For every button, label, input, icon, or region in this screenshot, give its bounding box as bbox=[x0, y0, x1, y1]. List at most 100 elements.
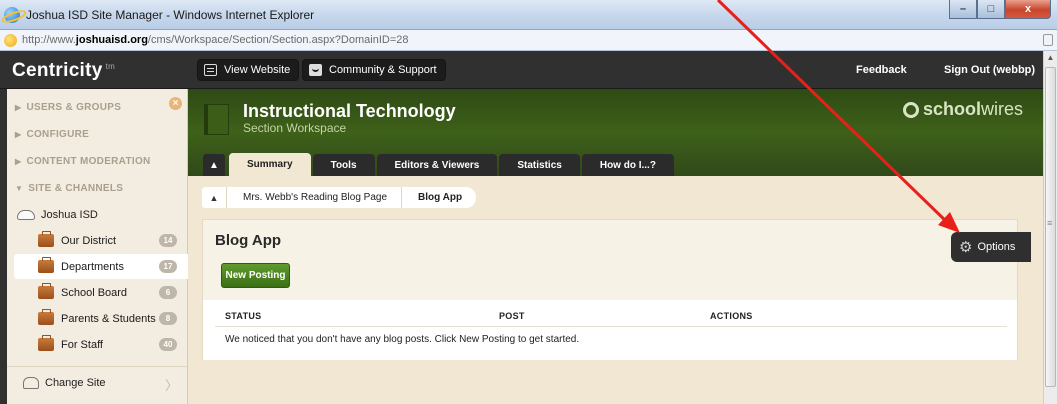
tab-how-do-i[interactable]: How do I...? bbox=[581, 154, 674, 176]
url-text[interactable]: http://www.joshuaisd.org/cms/Workspace/S… bbox=[22, 34, 408, 46]
vertical-scrollbar[interactable]: ▲ bbox=[1043, 51, 1057, 404]
nav-content-moderation[interactable]: ▶ CONTENT MODERATION bbox=[15, 156, 151, 167]
briefcase-icon bbox=[38, 309, 54, 325]
nav-configure-label: CONFIGURE bbox=[26, 129, 90, 140]
logo-light-text: wires bbox=[980, 99, 1023, 119]
window-titlebar: Joshua ISD Site Manager - Windows Intern… bbox=[0, 0, 1057, 30]
nav-users-groups[interactable]: ▶ USERS & GROUPS bbox=[15, 102, 121, 113]
channel-count-badge: 14 bbox=[159, 234, 177, 247]
panel-title: Blog App bbox=[215, 232, 282, 249]
gear-icon: ⚙ bbox=[959, 239, 973, 256]
page-favicon-icon bbox=[4, 34, 17, 47]
sidebar-frame bbox=[0, 89, 7, 404]
address-bar[interactable]: http://www.joshuaisd.org/cms/Workspace/S… bbox=[0, 30, 1057, 51]
url-path: /cms/Workspace/Section/Section.aspx?Doma… bbox=[147, 34, 409, 46]
centricity-logo[interactable]: Centricity tm bbox=[12, 60, 115, 82]
url-prefix: http://www. bbox=[22, 34, 76, 46]
expand-arrow-icon: ▶ bbox=[15, 157, 22, 166]
community-support-button[interactable]: Community & Support bbox=[302, 59, 446, 81]
app-topbar: Centricity tm View Website Community & Su… bbox=[0, 51, 1043, 89]
channel-label: Departments bbox=[61, 260, 124, 273]
main-content: Instructional Technology Section Workspa… bbox=[188, 89, 1043, 404]
header-divider bbox=[215, 326, 1007, 327]
section-title: Instructional Technology bbox=[243, 101, 456, 121]
url-domain: joshuaisd.org bbox=[75, 34, 148, 46]
tab-editors-viewers[interactable]: Editors & Viewers bbox=[376, 154, 498, 176]
community-icon bbox=[309, 64, 322, 76]
section-book-icon bbox=[204, 104, 229, 135]
community-label: Community & Support bbox=[329, 64, 437, 76]
nav-site-channels[interactable]: ▼ SITE & CHANNELS bbox=[15, 183, 123, 194]
channel-label: For Staff bbox=[61, 338, 103, 351]
channel-for-staff[interactable]: For Staff 40 bbox=[14, 332, 184, 357]
change-site-label: Change Site bbox=[45, 376, 106, 389]
nav-users-groups-label: USERS & GROUPS bbox=[26, 102, 122, 113]
options-label: Options bbox=[977, 241, 1016, 253]
maximize-button[interactable]: □ bbox=[977, 0, 1005, 19]
nav-site-channels-label: SITE & CHANNELS bbox=[28, 183, 124, 194]
breadcrumb: ▲ Mrs. Webb's Reading Blog Page Blog App bbox=[202, 187, 477, 208]
chevron-right-icon: 〉 bbox=[165, 378, 179, 393]
internet-explorer-icon bbox=[4, 7, 20, 23]
site-switch-icon bbox=[23, 376, 39, 389]
options-button[interactable]: ⚙ Options bbox=[951, 232, 1031, 262]
blog-posts-table: STATUS POST ACTIONS We noticed that you … bbox=[203, 300, 1017, 360]
column-header-status: STATUS bbox=[225, 311, 262, 321]
browser-window: Joshua ISD Site Manager - Windows Intern… bbox=[0, 0, 1057, 404]
channel-label: Parents & Students bbox=[61, 312, 156, 325]
window-controls: – □ x bbox=[949, 0, 1051, 19]
new-posting-button[interactable]: New Posting bbox=[221, 263, 290, 288]
briefcase-icon bbox=[38, 335, 54, 351]
expand-arrow-icon: ▶ bbox=[15, 130, 22, 139]
nav-content-moderation-label: CONTENT MODERATION bbox=[26, 156, 151, 167]
close-sidebar-icon[interactable]: × bbox=[169, 97, 182, 110]
channel-count-badge: 6 bbox=[159, 286, 177, 299]
trademark: tm bbox=[105, 61, 116, 71]
brand-name: Centricity bbox=[12, 60, 103, 81]
breadcrumb-home-icon[interactable]: ▲ bbox=[202, 187, 226, 208]
site-icon bbox=[17, 210, 35, 220]
view-website-label: View Website bbox=[224, 64, 291, 76]
empty-state-message: We noticed that you don't have any blog … bbox=[225, 334, 580, 345]
scroll-up-arrow-icon[interactable]: ▲ bbox=[1044, 51, 1057, 65]
briefcase-icon bbox=[38, 283, 54, 299]
sidebar: ▶ USERS & GROUPS × ▶ CONFIGURE ▶ CONTENT MO… bbox=[7, 89, 189, 404]
briefcase-icon bbox=[38, 257, 54, 273]
window-title: Joshua ISD Site Manager - Windows Intern… bbox=[26, 8, 315, 22]
tab-summary[interactable]: Summary bbox=[229, 153, 311, 176]
site-joshua-isd[interactable]: Joshua ISD bbox=[17, 209, 98, 221]
channel-label: School Board bbox=[61, 286, 128, 299]
site-name-label: Joshua ISD bbox=[41, 209, 98, 221]
schoolwires-logo: school wires bbox=[902, 99, 1023, 120]
channel-departments[interactable]: Departments 17 bbox=[14, 254, 189, 279]
minimize-button[interactable]: – bbox=[949, 0, 977, 19]
briefcase-icon bbox=[38, 231, 54, 247]
column-header-actions: ACTIONS bbox=[710, 311, 753, 321]
view-website-button[interactable]: View Website bbox=[197, 59, 300, 81]
channel-our-district[interactable]: Our District 14 bbox=[14, 228, 184, 253]
channel-count-badge: 17 bbox=[159, 260, 177, 273]
nav-configure[interactable]: ▶ CONFIGURE bbox=[15, 129, 89, 140]
change-site-button[interactable]: Change Site 〉 bbox=[7, 366, 188, 398]
channel-count-badge: 8 bbox=[159, 312, 177, 325]
channel-label: Our District bbox=[61, 234, 116, 247]
rss-feed-icon[interactable] bbox=[1043, 34, 1053, 46]
tab-statistics[interactable]: Statistics bbox=[499, 154, 580, 176]
close-button[interactable]: x bbox=[1005, 0, 1051, 19]
channel-school-board[interactable]: School Board 6 bbox=[14, 280, 184, 305]
section-subtitle: Section Workspace bbox=[243, 121, 347, 135]
expand-arrow-icon: ▶ bbox=[15, 103, 22, 112]
channel-count-badge: 40 bbox=[159, 338, 177, 351]
tab-tools[interactable]: Tools bbox=[312, 154, 375, 176]
sign-out-link[interactable]: Sign Out (webbp) bbox=[944, 64, 1035, 76]
section-header: Instructional Technology Section Workspa… bbox=[188, 89, 1043, 176]
home-tab-icon[interactable]: ▲ bbox=[203, 154, 225, 176]
workspace-tabs: ▲ Summary Tools Editors & Viewers Statis… bbox=[203, 153, 676, 176]
logo-bold-text: school bbox=[922, 99, 981, 119]
blog-app-panel: Blog App New Posting STATUS POST ACTIONS… bbox=[202, 219, 1018, 360]
scrollbar-thumb[interactable] bbox=[1045, 67, 1056, 387]
website-icon bbox=[204, 64, 217, 76]
feedback-link[interactable]: Feedback bbox=[856, 64, 907, 76]
channel-parents-students[interactable]: Parents & Students 8 bbox=[14, 306, 184, 331]
breadcrumb-page-link[interactable]: Mrs. Webb's Reading Blog Page bbox=[226, 187, 402, 208]
